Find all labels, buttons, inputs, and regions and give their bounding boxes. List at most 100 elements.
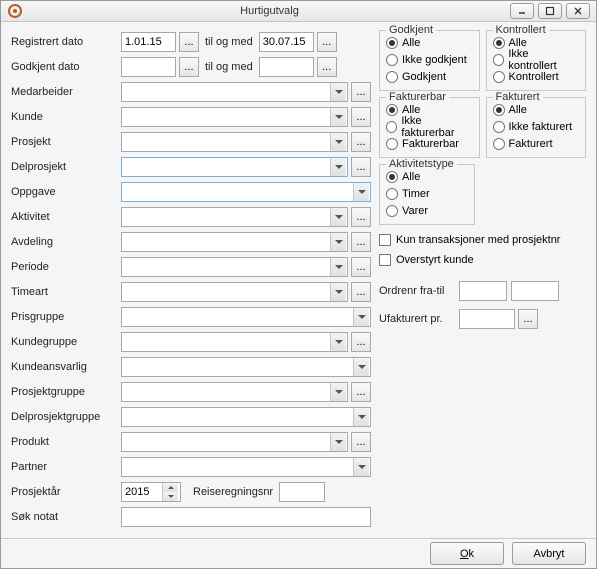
label-overstyrt-kunde: Overstyrt kunde xyxy=(396,254,474,266)
label-prosjekt: Prosjekt xyxy=(11,136,121,148)
close-button[interactable] xyxy=(566,3,590,19)
ufakturert-input[interactable] xyxy=(459,309,515,329)
godkjent-fra-input[interactable] xyxy=(121,57,176,77)
label-ufakturert: Ufakturert pr. xyxy=(379,313,459,325)
label-ordrenr: Ordrenr fra-til xyxy=(379,285,459,297)
radio-aktype-varer[interactable] xyxy=(386,205,398,217)
periode-browse[interactable]: ... xyxy=(351,257,371,277)
chevron-down-icon xyxy=(330,333,346,351)
timeart-combo[interactable] xyxy=(121,282,348,302)
reiseregningsnr-input[interactable] xyxy=(279,482,325,502)
dialog-footer: Ok Avbryt xyxy=(1,538,596,568)
spinner-up-icon[interactable] xyxy=(163,483,178,492)
avdeling-combo[interactable] xyxy=(121,232,348,252)
delprosjekt-browse[interactable]: ... xyxy=(351,157,371,177)
cancel-button[interactable]: Avbryt xyxy=(512,542,586,565)
periode-combo[interactable] xyxy=(121,257,348,277)
spinner-down-icon[interactable] xyxy=(163,492,178,501)
label-registrert-dato: Registrert dato xyxy=(11,36,121,48)
delprosjekt-combo[interactable] xyxy=(121,157,348,177)
radio-fakturerbar-ikke[interactable] xyxy=(386,121,397,133)
group-godkjent: Godkjent Alle Ikke godkjent Godkjent xyxy=(379,30,480,91)
chevron-down-icon xyxy=(353,183,369,201)
medarbeider-browse[interactable]: ... xyxy=(351,82,371,102)
label-produkt: Produkt xyxy=(11,436,121,448)
aktivitet-browse[interactable]: ... xyxy=(351,207,371,227)
ok-button[interactable]: Ok xyxy=(430,542,504,565)
partner-combo[interactable] xyxy=(121,457,371,477)
radio-fakturert-ja[interactable] xyxy=(493,138,505,150)
check-kun-trans[interactable] xyxy=(379,234,391,246)
group-aktivitetstype: Aktivitetstype Alle Timer Varer xyxy=(379,164,475,225)
kunde-combo[interactable] xyxy=(121,107,348,127)
label-prisgruppe: Prisgruppe xyxy=(11,311,121,323)
radio-aktype-alle[interactable] xyxy=(386,171,398,183)
label-delprosjektgruppe: Delprosjektgruppe xyxy=(11,411,121,423)
produkt-browse[interactable]: ... xyxy=(351,432,371,452)
chevron-down-icon xyxy=(353,458,369,476)
registrert-til-browse[interactable]: ... xyxy=(317,32,337,52)
avdeling-browse[interactable]: ... xyxy=(351,232,371,252)
ufakturert-browse[interactable]: ... xyxy=(518,309,538,329)
radio-fakturert-alle[interactable] xyxy=(493,104,505,116)
maximize-button[interactable] xyxy=(538,3,562,19)
prosjektgruppe-combo[interactable] xyxy=(121,382,348,402)
sok-notat-input[interactable] xyxy=(121,507,371,527)
godkjent-fra-browse[interactable]: ... xyxy=(179,57,199,77)
kunde-browse[interactable]: ... xyxy=(351,107,371,127)
app-icon xyxy=(7,3,23,19)
dialog-window: Hurtigutvalg Registrert dato ... til og … xyxy=(0,0,597,569)
legend-kontrollert: Kontrollert xyxy=(493,24,549,36)
label-tilogmed-1: til og med xyxy=(205,36,253,48)
chevron-down-icon xyxy=(330,258,346,276)
chevron-down-icon xyxy=(330,233,346,251)
radio-fakturerbar-ja[interactable] xyxy=(386,138,398,150)
legend-fakturert: Fakturert xyxy=(493,91,543,103)
oppgave-combo[interactable] xyxy=(121,182,371,202)
chevron-down-icon xyxy=(330,383,346,401)
produkt-combo[interactable] xyxy=(121,432,348,452)
kundeansvarlig-combo[interactable] xyxy=(121,357,371,377)
aktivitet-combo[interactable] xyxy=(121,207,348,227)
radio-fakturert-ikke[interactable] xyxy=(493,121,505,133)
label-oppgave: Oppgave xyxy=(11,186,121,198)
registrert-til-input[interactable] xyxy=(259,32,314,52)
radio-godkjent-alle[interactable] xyxy=(386,37,398,49)
godkjent-til-input[interactable] xyxy=(259,57,314,77)
prosjekt-browse[interactable]: ... xyxy=(351,132,371,152)
label-kundegruppe: Kundegruppe xyxy=(11,336,121,348)
ordrenr-fra-input[interactable] xyxy=(459,281,507,301)
registrert-fra-browse[interactable]: ... xyxy=(179,32,199,52)
label-delprosjekt: Delprosjekt xyxy=(11,161,121,173)
prosjektgruppe-browse[interactable]: ... xyxy=(351,382,371,402)
label-prosjektar: Prosjektår xyxy=(11,486,121,498)
timeart-browse[interactable]: ... xyxy=(351,282,371,302)
delprosjektgruppe-combo[interactable] xyxy=(121,407,371,427)
chevron-down-icon xyxy=(353,308,369,326)
label-kun-trans: Kun transaksjoner med prosjektnr xyxy=(396,234,560,246)
prosjektar-input[interactable] xyxy=(122,483,162,501)
radio-fakturerbar-alle[interactable] xyxy=(386,104,398,116)
minimize-button[interactable] xyxy=(510,3,534,19)
prisgruppe-combo[interactable] xyxy=(121,307,371,327)
godkjent-til-browse[interactable]: ... xyxy=(317,57,337,77)
radio-kontrollert-ikke[interactable] xyxy=(493,54,505,66)
check-overstyrt-kunde[interactable] xyxy=(379,254,391,266)
chevron-down-icon xyxy=(353,358,369,376)
legend-aktivitetstype: Aktivitetstype xyxy=(386,158,457,170)
radio-kontrollert-alle[interactable] xyxy=(493,37,505,49)
kundegruppe-combo[interactable] xyxy=(121,332,348,352)
group-fakturerbar: Fakturerbar Alle Ikke fakturerbar Faktur… xyxy=(379,97,480,158)
right-column: Godkjent Alle Ikke godkjent Godkjent Kon… xyxy=(379,30,586,530)
registrert-fra-input[interactable] xyxy=(121,32,176,52)
radio-godkjent-ikke[interactable] xyxy=(386,54,398,66)
radio-aktype-timer[interactable] xyxy=(386,188,398,200)
radio-godkjent-ja[interactable] xyxy=(386,71,398,83)
prosjekt-combo[interactable] xyxy=(121,132,348,152)
ordrenr-til-input[interactable] xyxy=(511,281,559,301)
kundegruppe-browse[interactable]: ... xyxy=(351,332,371,352)
medarbeider-combo[interactable] xyxy=(121,82,348,102)
radio-kontrollert-ja[interactable] xyxy=(493,71,505,83)
window-controls xyxy=(510,3,590,19)
prosjektar-spinner[interactable] xyxy=(121,482,181,502)
